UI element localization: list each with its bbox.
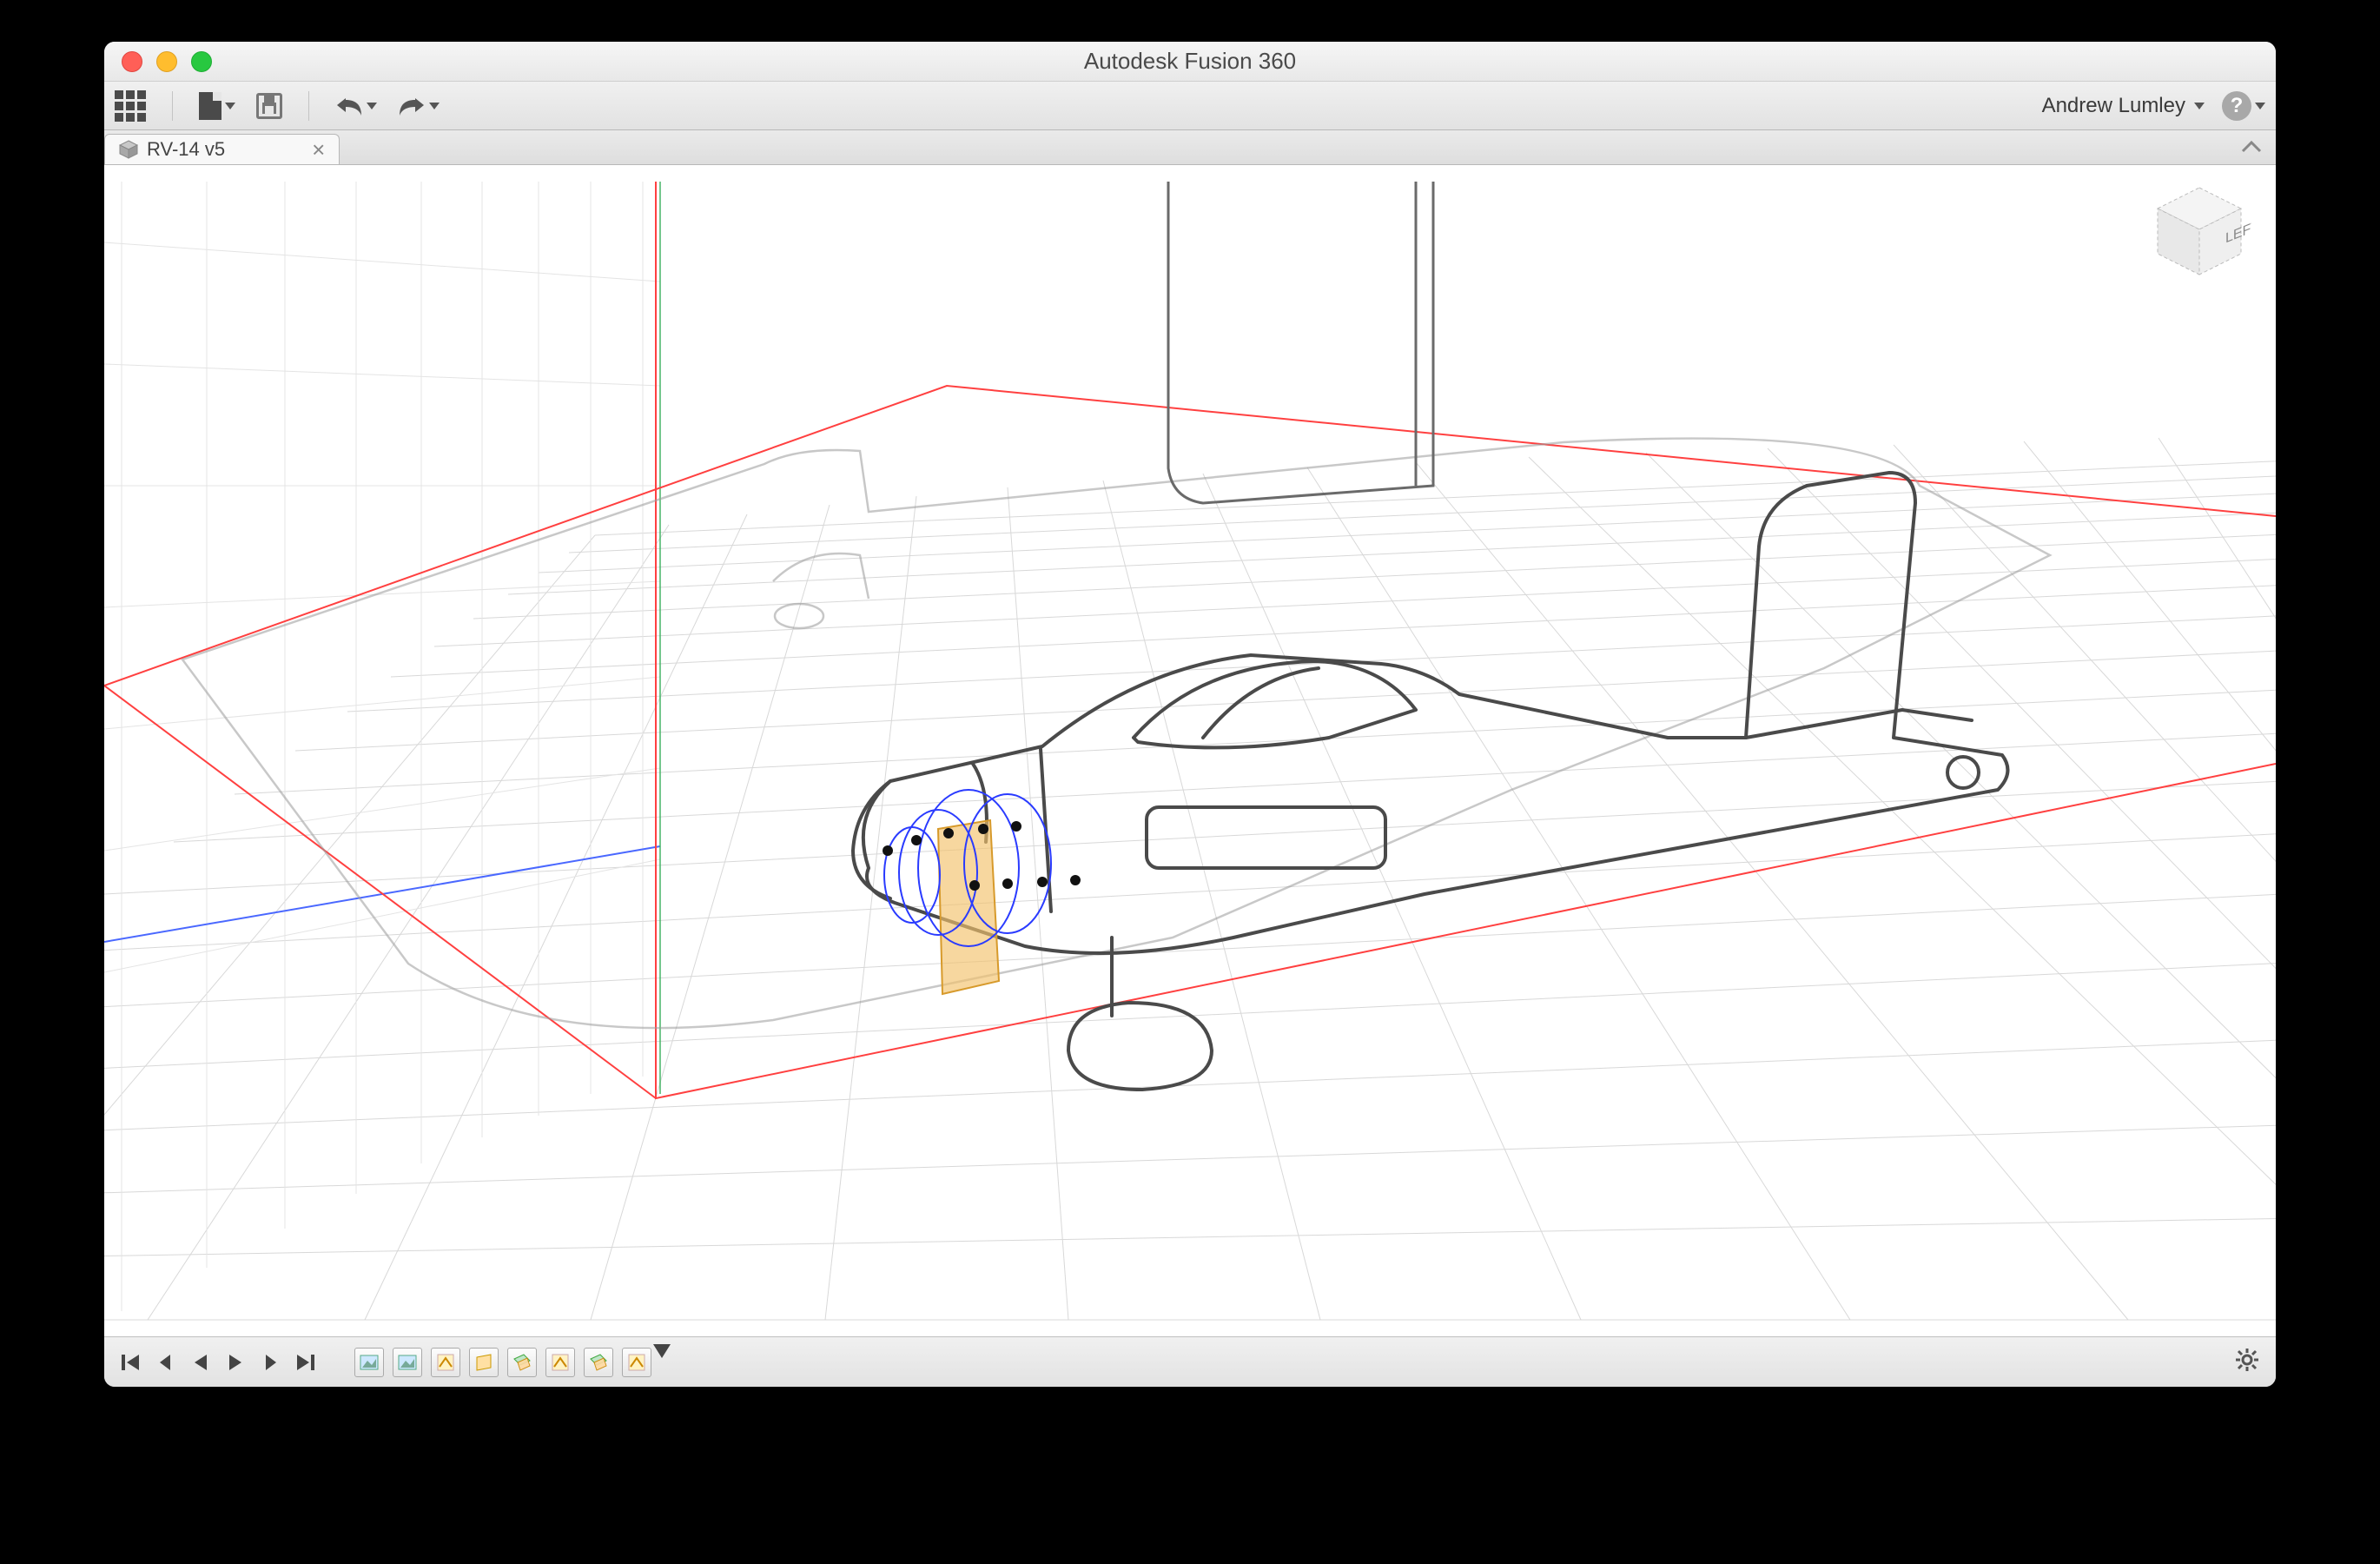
timeline-playhead[interactable]	[653, 1344, 671, 1358]
feature-canvas[interactable]	[354, 1348, 384, 1377]
feature-canvas[interactable]	[393, 1348, 422, 1377]
zoom-window-button[interactable]	[191, 51, 212, 72]
timeline-features	[354, 1348, 671, 1377]
feature-sketch[interactable]	[469, 1348, 499, 1377]
timeline-first-button[interactable]	[120, 1351, 142, 1374]
help-button[interactable]: ?	[2205, 91, 2265, 121]
tab-strip: RV-14 v5 ×	[104, 130, 2276, 165]
tab-label: RV-14 v5	[147, 138, 225, 161]
caret-down-icon	[2194, 103, 2205, 109]
chevron-up-icon	[2239, 137, 2264, 156]
feature-sketch[interactable]	[545, 1348, 575, 1377]
undo-icon	[335, 95, 363, 117]
toolbar: Andrew Lumley ?	[104, 82, 2276, 130]
feature-plane[interactable]	[507, 1348, 537, 1377]
feature-sketch[interactable]	[622, 1348, 651, 1377]
timeline-stepfwd-button[interactable]	[259, 1351, 281, 1374]
document-tab[interactable]: RV-14 v5 ×	[104, 134, 340, 164]
caret-down-icon	[225, 103, 235, 109]
timeline-playback-button[interactable]	[189, 1351, 212, 1374]
grid-icon	[115, 90, 146, 122]
gear-icon	[2234, 1347, 2260, 1373]
close-window-button[interactable]	[122, 51, 142, 72]
separator	[308, 91, 309, 121]
save-icon	[256, 93, 282, 119]
feature-plane[interactable]	[584, 1348, 613, 1377]
redo-icon	[398, 95, 426, 117]
user-menu-button[interactable]: Andrew Lumley	[2042, 94, 2205, 118]
feature-sketch[interactable]	[431, 1348, 460, 1377]
caret-down-icon	[367, 103, 377, 109]
redo-button[interactable]	[398, 95, 440, 117]
expand-panel-button[interactable]	[2239, 137, 2264, 161]
view-cube[interactable]: LEFT	[2147, 181, 2251, 285]
cube-icon	[119, 140, 138, 159]
window-title: Autodesk Fusion 360	[104, 48, 2276, 75]
separator	[172, 91, 173, 121]
scene-canvas	[104, 165, 2276, 1336]
view-cube-icon: LEFT	[2147, 181, 2251, 285]
data-panel-button[interactable]	[115, 90, 146, 122]
traffic-lights	[104, 51, 212, 72]
help-icon: ?	[2222, 91, 2251, 121]
file-menu-button[interactable]	[199, 92, 235, 120]
user-name-label: Andrew Lumley	[2042, 94, 2185, 118]
close-tab-button[interactable]: ×	[312, 136, 325, 163]
timeline-play-button[interactable]	[224, 1351, 247, 1374]
caret-down-icon	[429, 103, 440, 109]
undo-button[interactable]	[335, 95, 377, 117]
file-icon	[199, 92, 221, 120]
caret-down-icon	[2255, 103, 2265, 109]
timeline	[104, 1336, 2276, 1387]
timeline-settings-button[interactable]	[2234, 1347, 2260, 1377]
timeline-last-button[interactable]	[294, 1351, 316, 1374]
titlebar: Autodesk Fusion 360	[104, 42, 2276, 82]
viewport[interactable]: LEFT	[104, 165, 2276, 1336]
timeline-stepback-button[interactable]	[155, 1351, 177, 1374]
save-button[interactable]	[256, 93, 282, 119]
minimize-window-button[interactable]	[156, 51, 177, 72]
app-window: Autodesk Fusion 360	[104, 42, 2276, 1387]
